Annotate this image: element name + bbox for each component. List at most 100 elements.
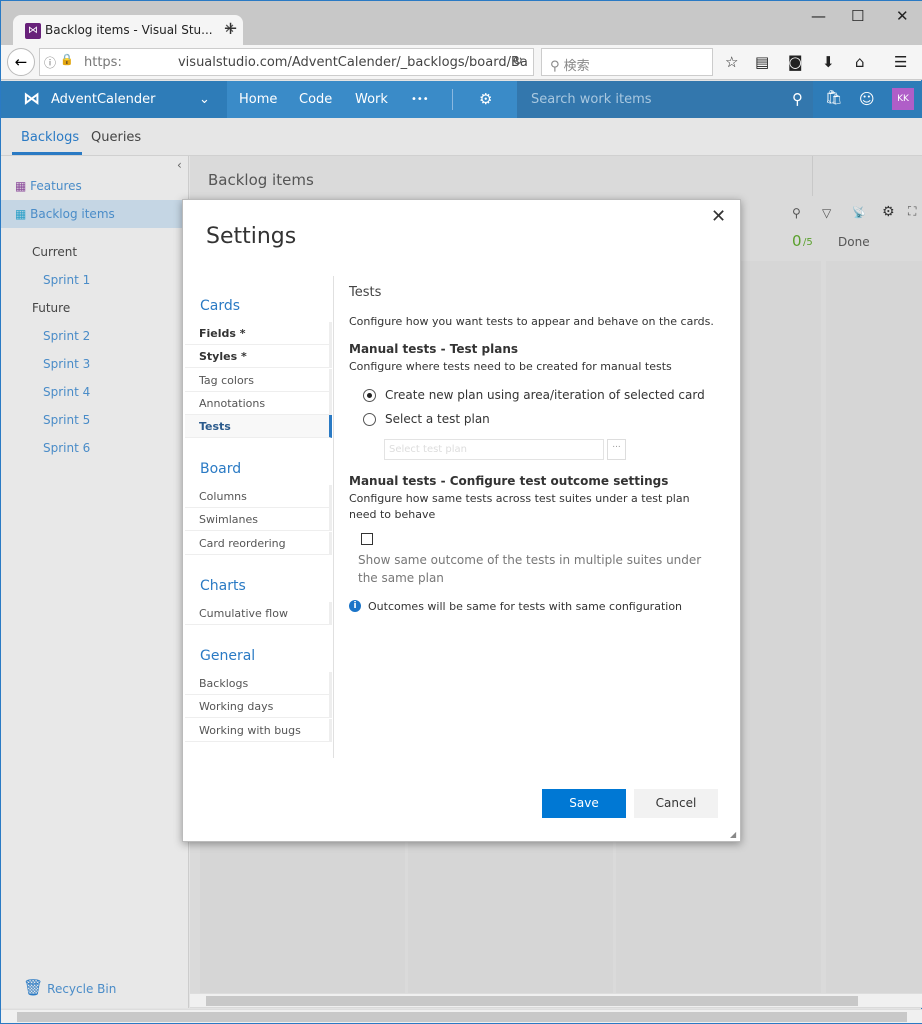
- browser-search[interactable]: ⚲ 検索: [541, 48, 713, 76]
- save-button[interactable]: Save: [542, 789, 626, 818]
- collapse-icon[interactable]: ‹: [177, 158, 182, 172]
- settings-nav-fields[interactable]: Fields *: [185, 322, 332, 345]
- option-create-new-plan-label[interactable]: Create new plan using area/iteration of …: [385, 388, 705, 402]
- board-scrollbar[interactable]: [190, 993, 922, 1007]
- menu-icon[interactable]: ☰: [894, 53, 907, 71]
- board-column: [826, 261, 922, 1006]
- scrollbar-thumb[interactable]: [17, 1012, 907, 1022]
- settings-nav-cumulative-flow[interactable]: Cumulative flow: [185, 602, 332, 625]
- option-select-test-plan-label[interactable]: Select a test plan: [385, 412, 490, 426]
- download-icon[interactable]: ⬇: [822, 53, 835, 71]
- tab-backlogs[interactable]: Backlogs: [21, 130, 79, 145]
- settings-nav-tests[interactable]: Tests: [185, 415, 332, 439]
- sidebar-item-backlog-items[interactable]: ▦ Backlog items: [1, 200, 188, 228]
- wip-count: 0: [792, 232, 802, 250]
- sidebar: ‹ ▦ Features ▦ Backlog items Current Spr…: [1, 156, 189, 1008]
- label: Recycle Bin: [47, 982, 117, 996]
- info-message: Outcomes will be same for tests with sam…: [368, 600, 683, 613]
- section-heading: Tests: [349, 285, 382, 300]
- browse-plan-button[interactable]: ...: [607, 439, 626, 460]
- settings-nav-annotations[interactable]: Annotations: [185, 391, 332, 415]
- url-bar[interactable]: ⓘ 🔒 https: visualstudio.com/AdventCalend…: [39, 48, 534, 76]
- nav-more[interactable]: •••: [411, 94, 429, 105]
- search-icon[interactable]: ⚲: [792, 90, 803, 108]
- settings-nav-swimlanes[interactable]: Swimlanes: [185, 508, 332, 532]
- browser-tab[interactable]: ⋈ Backlog items - Visual Stu... ✕: [13, 15, 243, 47]
- minimize-button[interactable]: —: [811, 7, 826, 25]
- url-scheme: https:: [84, 55, 122, 70]
- shopping-bag-icon[interactable]: 🛍: [825, 90, 843, 106]
- info-icon[interactable]: ⓘ: [44, 54, 56, 71]
- sidebar-item-sprint-4[interactable]: Sprint 4: [43, 385, 90, 399]
- live-updates-icon[interactable]: 📡: [852, 206, 866, 219]
- nav-code[interactable]: Code: [299, 92, 332, 107]
- fullscreen-icon[interactable]: ⛶: [908, 204, 916, 219]
- main-nav: Home Code Work ••• ⚙: [227, 81, 517, 118]
- home-icon[interactable]: ⌂: [855, 53, 865, 71]
- pocket-icon[interactable]: ◙: [788, 53, 803, 71]
- page-scrollbar[interactable]: [1, 1009, 922, 1023]
- same-outcome-label[interactable]: Show same outcome of the tests in multip…: [358, 551, 718, 587]
- sidebar-item-sprint-3[interactable]: Sprint 3: [43, 357, 90, 371]
- divider: [452, 89, 453, 110]
- settings-nav-styles[interactable]: Styles *: [185, 345, 332, 369]
- tab-queries[interactable]: Queries: [91, 130, 141, 145]
- column-done-header: Done: [838, 235, 870, 249]
- settings-nav-tag-colors[interactable]: Tag colors: [185, 368, 332, 392]
- radio-create-new-plan[interactable]: [363, 389, 376, 402]
- sidebar-item-features[interactable]: ▦ Features: [15, 179, 82, 193]
- chevron-down-icon[interactable]: ⌄: [199, 92, 210, 107]
- settings-group-cards: Cards: [200, 298, 241, 314]
- active-tab-indicator: [12, 152, 82, 155]
- close-window-button[interactable]: ✕: [896, 7, 909, 25]
- settings-gear-icon[interactable]: ⚙: [882, 204, 895, 220]
- radio-select-test-plan[interactable]: [363, 413, 376, 426]
- test-plan-input[interactable]: Select test plan: [384, 439, 604, 460]
- label: Features: [30, 179, 82, 193]
- filter-icon[interactable]: ▽: [822, 206, 831, 220]
- avatar[interactable]: KK: [892, 88, 914, 110]
- bookmark-star-icon[interactable]: ☆: [725, 53, 738, 71]
- smiley-icon[interactable]: ☺: [859, 90, 875, 108]
- settings-nav-card-reordering[interactable]: Card reordering: [185, 531, 332, 555]
- settings-nav-working-days[interactable]: Working days: [185, 695, 332, 719]
- sidebar-item-sprint-2[interactable]: Sprint 2: [43, 329, 90, 343]
- settings-group-board: Board: [200, 461, 242, 477]
- scrollbar-thumb[interactable]: [206, 996, 858, 1006]
- cancel-button[interactable]: Cancel: [634, 789, 718, 818]
- vs-logo-icon[interactable]: ⋈: [23, 89, 40, 109]
- nav-home[interactable]: Home: [239, 92, 277, 107]
- back-button[interactable]: ←: [7, 48, 35, 76]
- sidebar-item-sprint-1[interactable]: Sprint 1: [43, 273, 90, 287]
- work-item-search[interactable]: Search work items ⚲: [517, 81, 813, 118]
- info-icon: i: [349, 600, 361, 612]
- nav-work[interactable]: Work: [355, 92, 388, 107]
- recycle-bin[interactable]: 🗑 Recycle Bin: [23, 978, 116, 997]
- reading-list-icon[interactable]: ▤: [755, 53, 769, 71]
- section-intro: Configure how you want tests to appear a…: [349, 315, 714, 328]
- address-toolbar: ← ⓘ 🔒 https: visualstudio.com/AdventCale…: [1, 45, 922, 80]
- hub-bar: Backlogs Queries: [1, 118, 922, 156]
- outcome-settings-title: Manual tests - Configure test outcome se…: [349, 474, 669, 488]
- search-icon: ⚲: [550, 59, 564, 74]
- sidebar-item-sprint-5[interactable]: Sprint 5: [43, 413, 90, 427]
- same-outcome-checkbox[interactable]: [361, 533, 373, 545]
- project-name[interactable]: AdventCalender: [51, 92, 155, 107]
- new-tab-button[interactable]: +: [223, 18, 238, 39]
- sidebar-item-sprint-6[interactable]: Sprint 6: [43, 441, 90, 455]
- backlog-icon: ▦: [15, 207, 31, 221]
- wip-limit: /5: [803, 237, 813, 248]
- settings-nav-working-with-bugs[interactable]: Working with bugs: [185, 718, 332, 742]
- future-label: Future: [32, 301, 71, 315]
- search-icon[interactable]: ⚲: [792, 206, 801, 220]
- maximize-button[interactable]: ☐: [851, 7, 864, 25]
- dialog-title: Settings: [206, 224, 297, 249]
- settings-nav-backlogs[interactable]: Backlogs: [185, 672, 332, 695]
- settings-nav-columns[interactable]: Columns: [185, 485, 332, 508]
- resize-handle[interactable]: ◢: [730, 830, 736, 839]
- search-placeholder: Search work items: [531, 92, 652, 107]
- tab-title: Backlog items - Visual Stu...: [45, 23, 213, 37]
- reload-icon[interactable]: ↻: [512, 54, 523, 69]
- vsts-header: ⋈ AdventCalender ⌄ Home Code Work ••• ⚙ …: [1, 81, 922, 118]
- gear-icon[interactable]: ⚙: [479, 90, 492, 108]
